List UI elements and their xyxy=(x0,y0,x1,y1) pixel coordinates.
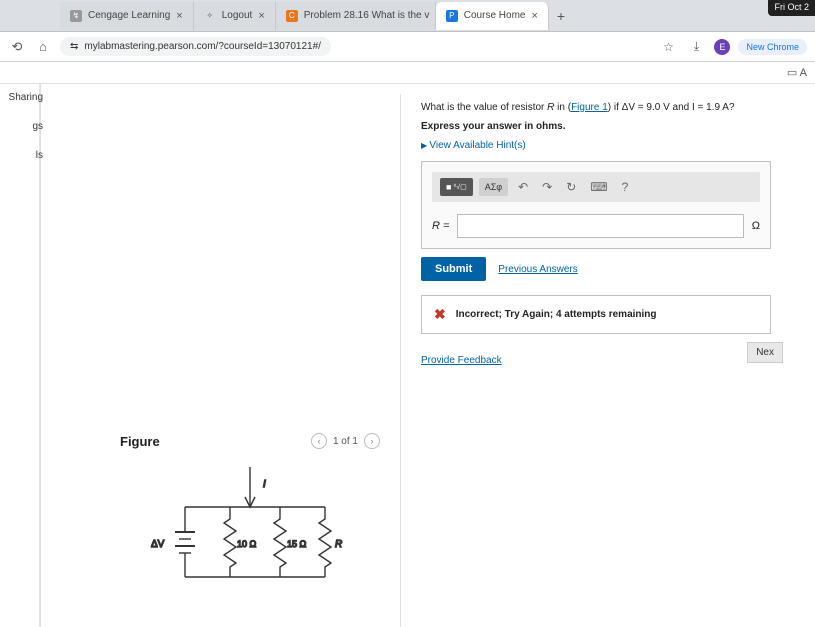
gutter xyxy=(40,84,110,627)
submit-row: Submit Previous Answers xyxy=(421,257,771,281)
view-hints-link[interactable]: View Available Hint(s) xyxy=(421,140,771,151)
home-icon[interactable]: ⌂ xyxy=(34,39,52,54)
tab-label: Cengage Learning xyxy=(88,10,170,21)
greek-button[interactable]: ΑΣφ xyxy=(479,178,508,196)
help-icon[interactable]: ? xyxy=(618,180,633,194)
feedback-message: ✖ Incorrect; Try Again; 4 attempts remai… xyxy=(421,295,771,334)
mac-menu-clock: Fri Oct 2 xyxy=(768,0,815,16)
extension-icon[interactable]: ⤓ xyxy=(686,39,706,54)
figure-pager-label: 1 of 1 xyxy=(333,436,358,447)
submit-button[interactable]: Submit xyxy=(421,257,486,281)
circuit-figure: I ΔV xyxy=(145,467,355,597)
tab-logout[interactable]: ✧ Logout × xyxy=(194,2,276,30)
reset-icon[interactable]: ↻ xyxy=(562,180,580,194)
close-icon[interactable]: × xyxy=(531,10,537,22)
incorrect-icon: ✖ xyxy=(434,306,446,323)
left-rail-item[interactable]: ls xyxy=(0,146,45,165)
url-field[interactable]: ⇆ mylabmastering.pearson.com/?courseId=1… xyxy=(60,37,331,56)
favicon-chegg: C xyxy=(286,10,298,22)
next-button[interactable]: Nex xyxy=(747,342,783,363)
tab-course-home[interactable]: P Course Home × xyxy=(436,2,549,30)
left-rail-item[interactable]: gs xyxy=(0,117,45,136)
tab-label: Problem 28.16 What is the v xyxy=(304,10,430,21)
answer-label: R = xyxy=(432,220,449,232)
label-r3: R xyxy=(335,539,342,550)
figure-title: Figure xyxy=(120,434,160,449)
answer-toolbar: ■ ⁰√▢ ΑΣφ ↶ ↷ ↻ ⌨ ? xyxy=(432,172,760,202)
previous-answers-link[interactable]: Previous Answers xyxy=(498,264,577,275)
label-r2: 15 Ω xyxy=(287,539,307,549)
tab-problem[interactable]: C Problem 28.16 What is the v × xyxy=(276,2,436,30)
figure-pager: ‹ 1 of 1 › xyxy=(311,433,380,449)
figure-prev-button[interactable]: ‹ xyxy=(311,433,327,449)
answer-instruction: Express your answer in ohms. xyxy=(421,121,771,132)
address-bar: ⟲ ⌂ ⇆ mylabmastering.pearson.com/?course… xyxy=(0,32,815,62)
label-r1: 10 Ω xyxy=(237,539,257,549)
figure-panel: Figure ‹ 1 of 1 › I xyxy=(120,94,380,627)
undo-icon[interactable]: ↶ xyxy=(514,180,532,194)
answer-container: ■ ⁰√▢ ΑΣφ ↶ ↷ ↻ ⌨ ? R = Ω xyxy=(421,161,771,249)
figure-link[interactable]: Figure 1 xyxy=(571,102,608,113)
feedback-text: Incorrect; Try Again; 4 attempts remaini… xyxy=(456,309,657,320)
profile-badge[interactable]: E xyxy=(714,39,730,55)
keyboard-icon[interactable]: ⌨ xyxy=(586,180,611,194)
answer-row: R = Ω xyxy=(432,214,760,238)
bookmarks-bar: ▭ A xyxy=(0,62,815,84)
left-rail: Sharing gs ls xyxy=(0,84,40,627)
figure-next-button[interactable]: › xyxy=(364,433,380,449)
reload-icon[interactable]: ⟲ xyxy=(8,39,26,55)
favicon-pearson: P xyxy=(446,10,458,22)
divider xyxy=(400,94,401,627)
browser-tab-strip: ↯ Cengage Learning × ✧ Logout × C Proble… xyxy=(0,0,815,32)
new-chrome-chip[interactable]: New Chrome xyxy=(738,39,807,55)
question-text: What is the value of resistor R in (Figu… xyxy=(421,100,771,115)
tab-label: Course Home xyxy=(464,10,526,21)
answer-unit: Ω xyxy=(752,220,760,232)
close-icon[interactable]: × xyxy=(258,10,264,22)
answer-input[interactable] xyxy=(457,214,743,238)
url-text: mylabmastering.pearson.com/?courseId=130… xyxy=(84,41,321,52)
provide-feedback-link[interactable]: Provide Feedback xyxy=(421,355,502,366)
label-dv: ΔV xyxy=(151,539,165,550)
content-area: Figure ‹ 1 of 1 › I xyxy=(110,84,815,627)
tab-label: Logout xyxy=(222,10,253,21)
question-panel: What is the value of resistor R in (Figu… xyxy=(421,94,781,627)
favicon-logout: ✧ xyxy=(204,10,216,22)
redo-icon[interactable]: ↷ xyxy=(538,180,556,194)
tab-cengage[interactable]: ↯ Cengage Learning × xyxy=(60,2,194,30)
left-rail-sharing[interactable]: Sharing xyxy=(0,88,45,107)
label-i: I xyxy=(263,479,266,490)
favicon-cengage: ↯ xyxy=(70,10,82,22)
all-bookmarks-icon[interactable]: ▭ A xyxy=(787,66,807,79)
new-tab-button[interactable]: + xyxy=(549,8,573,24)
template-button[interactable]: ■ ⁰√▢ xyxy=(440,178,473,196)
page-body: Sharing gs ls Figure ‹ 1 of 1 › xyxy=(0,84,815,627)
close-icon[interactable]: × xyxy=(176,10,182,22)
site-info-icon[interactable]: ⇆ xyxy=(70,41,78,52)
star-icon[interactable]: ☆ xyxy=(658,40,678,54)
